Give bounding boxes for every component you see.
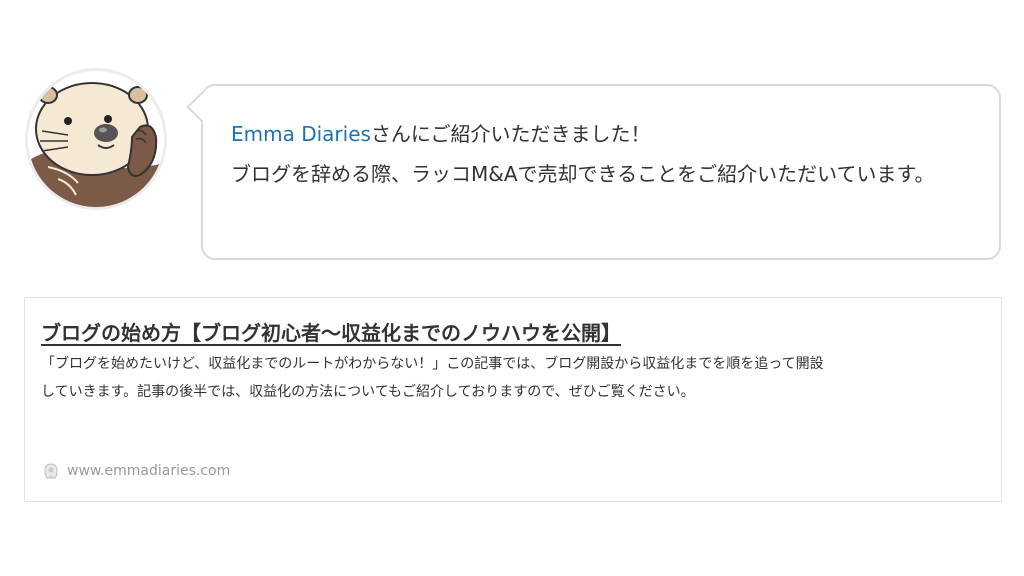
page: Emma Diariesさんにご紹介いただきました！ ブログを辞める際、ラッコM…	[0, 0, 1024, 576]
speech-bubble-text: Emma Diariesさんにご紹介いただきました！ ブログを辞める際、ラッコM…	[231, 114, 971, 194]
blog-card[interactable]: ブログの始め方【ブログ初心者〜収益化までのノウハウを公開】 「ブログを始めたいけ…	[24, 297, 1002, 502]
sea-otter-icon	[28, 71, 164, 207]
emma-diaries-link[interactable]: Emma Diaries	[231, 122, 371, 146]
speech-bubble: Emma Diariesさんにご紹介いただきました！ ブログを辞める際、ラッコM…	[186, 84, 1001, 260]
speech-line2: ブログを辞める際、ラッコM&Aで売却できることをご紹介いただいています。	[231, 162, 935, 186]
blog-card-excerpt: 「ブログを始めたいけど、収益化までのルートがわからない！」この記事では、ブログ開…	[41, 356, 824, 400]
speech-bubble-tail	[186, 91, 218, 123]
speech-line1-rest: さんにご紹介いただきました！	[370, 122, 651, 146]
site-favicon-icon	[43, 462, 59, 480]
blog-card-title[interactable]: ブログの始め方【ブログ初心者〜収益化までのノウハウを公開】	[41, 317, 621, 346]
sea-otter-avatar	[25, 68, 167, 210]
blog-card-site-url: www.emmadiaries.com	[67, 463, 231, 479]
blog-card-site[interactable]: www.emmadiaries.com	[43, 462, 230, 480]
